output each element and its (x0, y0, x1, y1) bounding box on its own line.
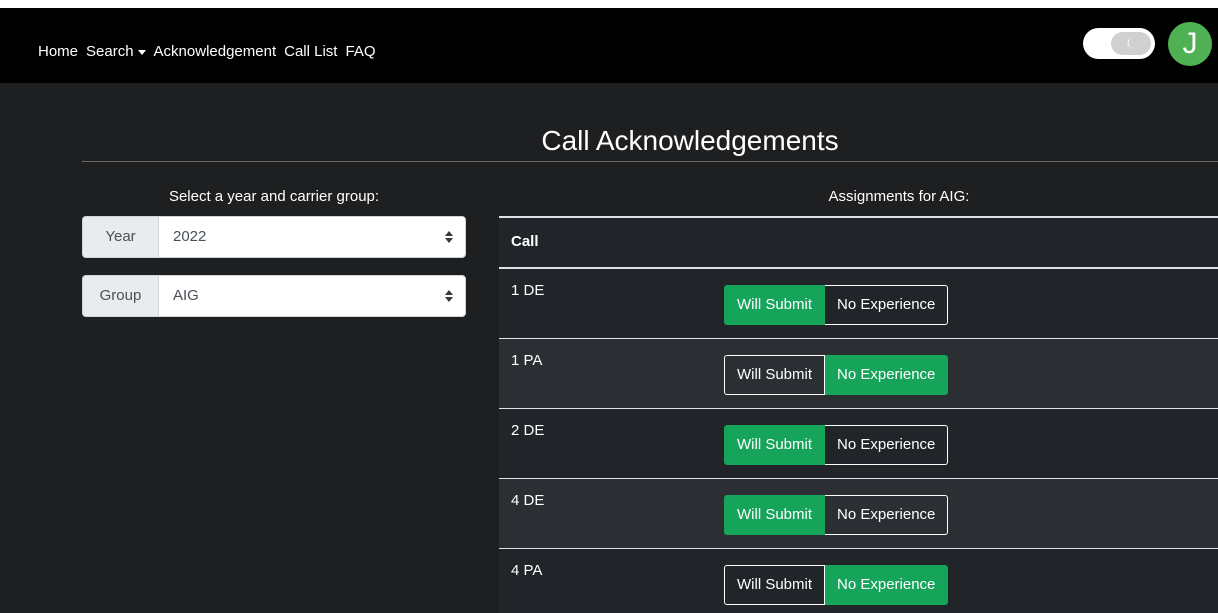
filters-heading: Select a year and carrier group: (168, 188, 380, 205)
nav-home[interactable]: Home (38, 43, 78, 60)
will-submit-button[interactable]: Will Submit (724, 425, 826, 465)
table-row: 1 PA Will Submit No Experience (499, 339, 1218, 409)
nav-faq[interactable]: FAQ (345, 43, 375, 60)
no-experience-button[interactable]: No Experience (825, 565, 949, 605)
assignments-heading: Assignments for AIG: (828, 188, 970, 205)
call-cell: 1 PA (511, 352, 543, 369)
nav-call-list[interactable]: Call List (284, 43, 337, 60)
response-toggle-group: Will Submit No Experience (724, 495, 949, 535)
no-experience-button[interactable]: No Experience (825, 285, 949, 325)
call-cell: 2 DE (511, 422, 545, 439)
no-experience-button[interactable]: No Experience (825, 425, 949, 465)
will-submit-button[interactable]: Will Submit (724, 285, 826, 325)
year-select[interactable]: 2022 (158, 216, 466, 258)
page-title: Call Acknowledgements (541, 125, 839, 156)
year-input-group: Year 2022 (82, 216, 466, 258)
will-submit-button[interactable]: Will Submit (724, 495, 826, 535)
table-row: 1 DE Will Submit No Experience (499, 269, 1218, 339)
title-divider (82, 161, 1218, 162)
nav-acknowledgement[interactable]: Acknowledgement (154, 43, 277, 60)
navbar: Home Search Acknowledgement Call List FA… (0, 8, 1218, 83)
nav-search-label: Search (86, 43, 134, 60)
select-arrows-icon (445, 231, 453, 243)
no-experience-button[interactable]: No Experience (825, 495, 949, 535)
assignments-table: Call 1 DE Will Submit No Experience 1 PA… (499, 216, 1218, 613)
group-select[interactable]: AIG (158, 275, 466, 317)
table-header: Call (499, 216, 1218, 269)
avatar[interactable]: J (1168, 22, 1212, 66)
call-cell: 4 PA (511, 562, 543, 579)
toggle-track (1111, 32, 1151, 55)
year-label: Year (82, 216, 158, 258)
response-toggle-group: Will Submit No Experience (724, 285, 949, 325)
nav-search-dropdown[interactable]: Search (86, 43, 146, 60)
group-label: Group (82, 275, 158, 317)
call-cell: 4 DE (511, 492, 545, 509)
caret-down-icon (137, 49, 146, 55)
moon-icon (1127, 38, 1133, 48)
no-experience-button[interactable]: No Experience (825, 355, 949, 395)
call-cell: 1 DE (511, 282, 545, 299)
theme-toggle[interactable] (1083, 28, 1155, 59)
table-row: 2 DE Will Submit No Experience (499, 409, 1218, 479)
table-row: 4 DE Will Submit No Experience (499, 479, 1218, 549)
toggle-knob (1086, 31, 1111, 56)
will-submit-button[interactable]: Will Submit (724, 355, 826, 395)
response-toggle-group: Will Submit No Experience (724, 425, 949, 465)
select-arrows-icon (445, 290, 453, 302)
group-input-group: Group AIG (82, 275, 466, 317)
response-toggle-group: Will Submit No Experience (724, 355, 949, 395)
app-frame: Home Search Acknowledgement Call List FA… (0, 8, 1218, 613)
call-column-header: Call (511, 233, 539, 250)
nav-links: Home Search Acknowledgement Call List FA… (38, 43, 384, 60)
will-submit-button[interactable]: Will Submit (724, 565, 826, 605)
year-select-value: 2022 (173, 228, 207, 245)
group-select-value: AIG (173, 287, 199, 304)
response-toggle-group: Will Submit No Experience (724, 565, 949, 605)
table-row: 4 PA Will Submit No Experience (499, 549, 1218, 613)
